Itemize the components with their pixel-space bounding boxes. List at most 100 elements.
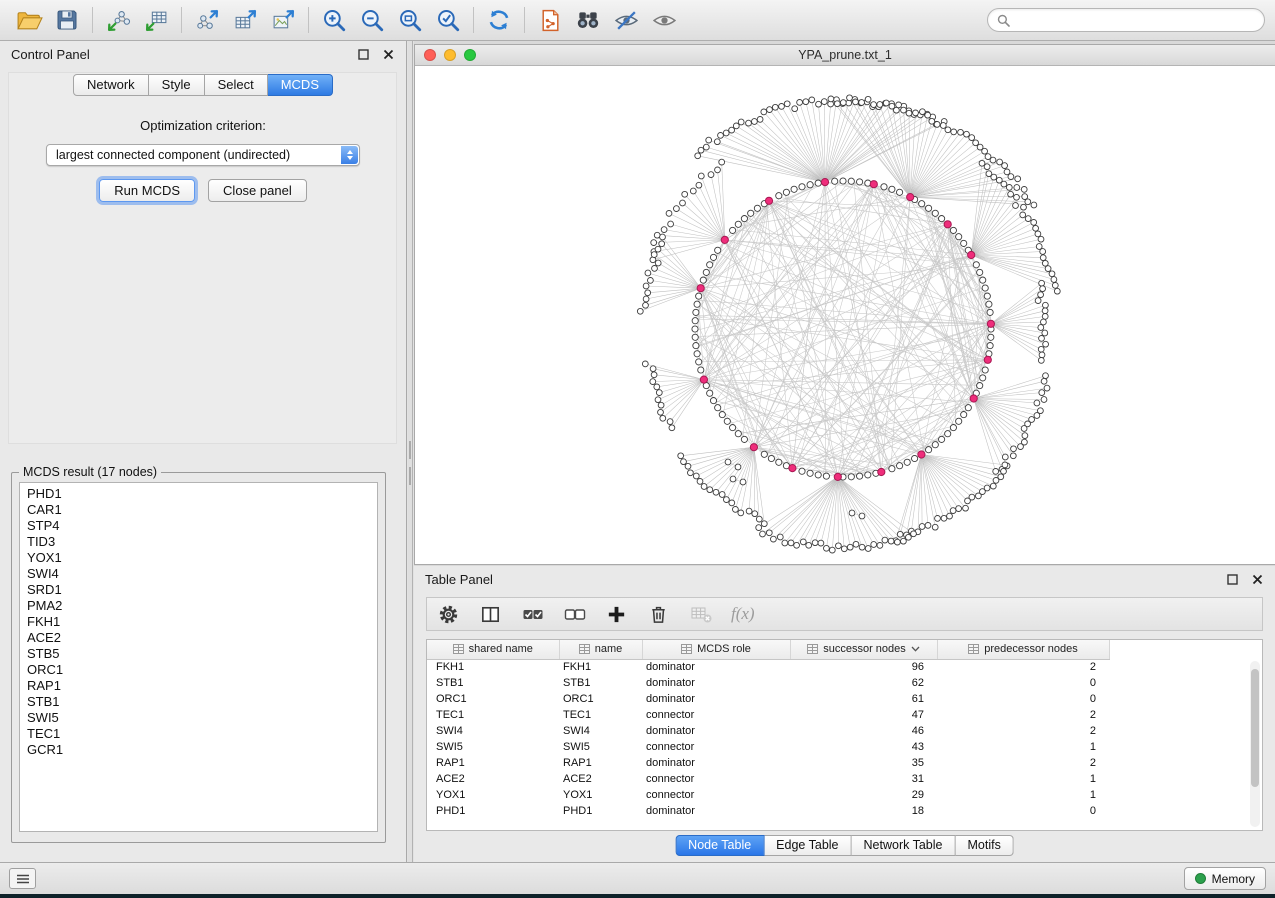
add-column-button[interactable] xyxy=(603,601,630,628)
table-row[interactable]: ACE2ACE2connector311 xyxy=(427,771,1109,787)
maximize-window-icon[interactable] xyxy=(464,49,476,61)
refresh-layout-button[interactable] xyxy=(480,3,518,37)
panel-splitter[interactable] xyxy=(408,41,413,862)
control-panel-tabs: Network Style Select MCDS xyxy=(0,74,406,96)
column-header-predecessor-nodes[interactable]: predecessor nodes xyxy=(937,640,1109,659)
mcds-result-item[interactable]: YOX1 xyxy=(20,550,377,566)
zoom-fit-button[interactable] xyxy=(391,3,429,37)
cell-shared_name: PHD1 xyxy=(427,803,559,819)
memory-label: Memory xyxy=(1212,872,1255,886)
save-button[interactable] xyxy=(48,3,86,37)
mcds-result-list[interactable]: PHD1CAR1STP4TID3YOX1SWI4SRD1PMA2FKH1ACE2… xyxy=(19,482,378,832)
zoom-out-button[interactable] xyxy=(353,3,391,37)
close-panel-button[interactable]: Close panel xyxy=(208,179,307,202)
float-panel-icon[interactable] xyxy=(357,48,370,61)
mcds-result-item[interactable]: FKH1 xyxy=(20,614,377,630)
column-header-mcds-role[interactable]: MCDS role xyxy=(642,640,790,659)
minimize-window-icon[interactable] xyxy=(444,49,456,61)
open-button[interactable] xyxy=(10,3,48,37)
mcds-result-item[interactable]: CAR1 xyxy=(20,502,377,518)
tab-network[interactable]: Network xyxy=(73,74,149,96)
close-panel-icon[interactable] xyxy=(382,48,395,61)
table-row[interactable]: PHD1PHD1dominator180 xyxy=(427,803,1109,819)
mcds-result-item[interactable]: PMA2 xyxy=(20,598,377,614)
cell-name: SWI4 xyxy=(559,723,642,739)
column-header-name[interactable]: name xyxy=(559,640,642,659)
mcds-result-item[interactable]: SRD1 xyxy=(20,582,377,598)
table-scrollbar[interactable] xyxy=(1250,661,1260,827)
select-all-button[interactable] xyxy=(519,601,546,628)
mcds-result-item[interactable]: RAP1 xyxy=(20,678,377,694)
cell-pred: 1 xyxy=(937,771,1109,787)
cell-succ: 43 xyxy=(790,739,937,755)
import-network-button[interactable] xyxy=(99,3,137,37)
cell-name: FKH1 xyxy=(559,659,642,675)
columns-button[interactable] xyxy=(477,601,504,628)
delete-column-button[interactable] xyxy=(645,601,672,628)
table-row[interactable]: SWI4SWI4dominator462 xyxy=(427,723,1109,739)
tab-motifs[interactable]: Motifs xyxy=(955,835,1013,856)
table-row[interactable]: STB1STB1dominator620 xyxy=(427,675,1109,691)
mcds-result-item[interactable]: GCR1 xyxy=(20,742,377,758)
table-row[interactable]: SWI5SWI5connector431 xyxy=(427,739,1109,755)
zoom-fit-icon xyxy=(397,7,423,33)
close-panel-icon[interactable] xyxy=(1251,573,1264,586)
network-file-button[interactable] xyxy=(531,3,569,37)
cell-succ: 29 xyxy=(790,787,937,803)
mcds-result-item[interactable]: PHD1 xyxy=(20,486,377,502)
tab-edge-table[interactable]: Edge Table xyxy=(764,835,851,856)
mcds-result-item[interactable]: ORC1 xyxy=(20,662,377,678)
mcds-result-item[interactable]: TID3 xyxy=(20,534,377,550)
tab-style[interactable]: Style xyxy=(149,74,205,96)
table-row[interactable]: FKH1FKH1dominator962 xyxy=(427,659,1109,675)
table-row[interactable]: RAP1RAP1dominator352 xyxy=(427,755,1109,771)
mcds-result-item[interactable]: STB1 xyxy=(20,694,377,710)
refresh-layout-icon xyxy=(486,7,512,33)
mcds-result-item[interactable]: SWI4 xyxy=(20,566,377,582)
table-row[interactable]: TEC1TEC1connector472 xyxy=(427,707,1109,723)
table-row[interactable]: ORC1ORC1dominator610 xyxy=(427,691,1109,707)
close-window-icon[interactable] xyxy=(424,49,436,61)
settings-button[interactable] xyxy=(435,601,462,628)
tab-mcds[interactable]: MCDS xyxy=(268,74,333,96)
tab-select[interactable]: Select xyxy=(205,74,268,96)
export-table-icon xyxy=(233,8,258,33)
mcds-result-item[interactable]: STP4 xyxy=(20,518,377,534)
function-builder-button[interactable]: f(x) xyxy=(729,601,755,628)
find-button[interactable] xyxy=(569,3,607,37)
memory-button[interactable]: Memory xyxy=(1184,867,1266,890)
column-icon xyxy=(681,644,692,654)
zoom-selected-button[interactable] xyxy=(429,3,467,37)
export-network-button[interactable] xyxy=(188,3,226,37)
scrollbar-thumb[interactable] xyxy=(1251,669,1259,787)
cell-succ: 31 xyxy=(790,771,937,787)
network-canvas[interactable] xyxy=(415,66,1275,564)
export-image-icon xyxy=(271,8,296,33)
optimization-criterion-select[interactable]: largest connected component (undirected) xyxy=(46,144,360,166)
tab-network-table[interactable]: Network Table xyxy=(852,835,956,856)
mcds-result-item[interactable]: STB5 xyxy=(20,646,377,662)
hide-button[interactable] xyxy=(607,3,645,37)
import-table-button[interactable] xyxy=(137,3,175,37)
search-input[interactable] xyxy=(1016,12,1255,28)
column-header-successor-nodes[interactable]: successor nodes xyxy=(790,640,937,659)
mcds-result-item[interactable]: SWI5 xyxy=(20,710,377,726)
show-button[interactable] xyxy=(645,3,683,37)
float-panel-icon[interactable] xyxy=(1226,573,1239,586)
tab-node-table[interactable]: Node Table xyxy=(675,835,764,856)
run-mcds-button[interactable]: Run MCDS xyxy=(99,179,195,202)
mcds-result-item[interactable]: TEC1 xyxy=(20,726,377,742)
node-table-container: shared name name MCDS role successor nod… xyxy=(426,639,1263,831)
network-window: YPA_prune.txt_1 xyxy=(414,44,1275,565)
mcds-result-group: MCDS result (17 nodes) PHD1CAR1STP4TID3Y… xyxy=(11,465,386,843)
zoom-in-button[interactable] xyxy=(315,3,353,37)
column-header-shared-name[interactable]: shared name xyxy=(427,640,559,659)
delete-table-button[interactable] xyxy=(687,601,714,628)
mcds-result-item[interactable]: ACE2 xyxy=(20,630,377,646)
selected-criterion: largest connected component (undirected) xyxy=(56,148,290,162)
export-image-button[interactable] xyxy=(264,3,302,37)
panel-menu-button[interactable] xyxy=(9,868,36,889)
table-row[interactable]: YOX1YOX1connector291 xyxy=(427,787,1109,803)
deselect-all-button[interactable] xyxy=(561,601,588,628)
export-table-button[interactable] xyxy=(226,3,264,37)
